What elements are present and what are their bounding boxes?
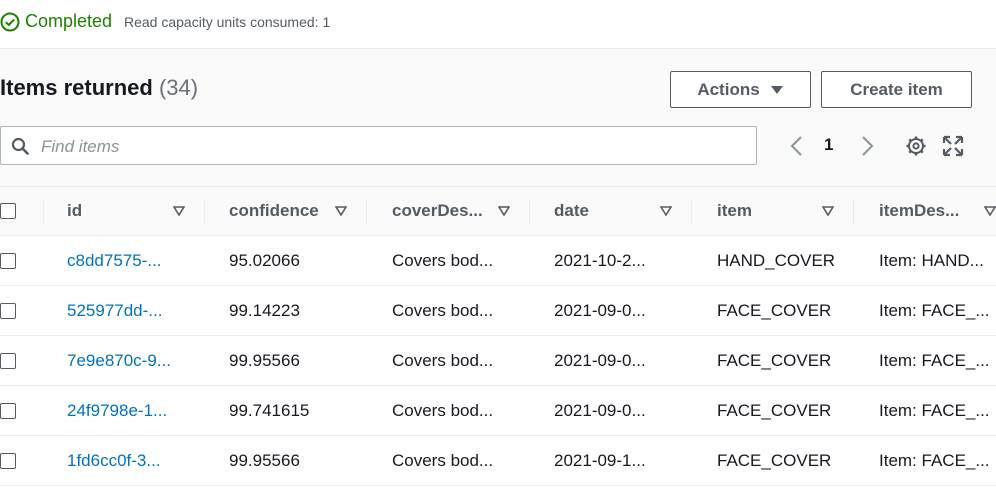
- fullscreen-icon[interactable]: [942, 135, 964, 157]
- cell-item-description: Item: HAND...: [879, 250, 984, 270]
- column-divider: [43, 200, 44, 224]
- cell-item-description: Item: FACE_...: [879, 450, 990, 470]
- create-item-label: Create item: [850, 79, 943, 99]
- actions-button-label: Actions: [697, 79, 760, 99]
- table-header: id confidence coverDes... date item item…: [0, 186, 996, 236]
- item-id-link[interactable]: 24f9798e-1...: [67, 386, 167, 435]
- cell-item-description: Item: FACE_...: [879, 350, 990, 370]
- cell-confidence: 95.02066: [229, 250, 300, 270]
- row-checkbox[interactable]: [0, 353, 16, 369]
- cell-cover-description: Covers bod...: [392, 250, 494, 270]
- item-id-link[interactable]: 525977dd-...: [67, 286, 162, 335]
- cell-confidence: 99.14223: [229, 300, 300, 320]
- row-checkbox[interactable]: [0, 403, 16, 419]
- sort-icon[interactable]: [335, 206, 347, 216]
- items-table: id confidence coverDes... date item item…: [0, 186, 996, 498]
- item-id-link[interactable]: c8dd7575-...: [67, 236, 162, 285]
- cell-item: HAND_COVER: [717, 250, 836, 270]
- cell-cover-description: Covers bod...: [392, 400, 494, 420]
- table-row[interactable]: 24f9798e-1... 99.741615 Covers bod... 20…: [0, 386, 996, 436]
- sort-icon[interactable]: [173, 206, 185, 216]
- cell-item-description: Item: FACE_...: [879, 400, 990, 420]
- item-id-link[interactable]: 1fd6cc0f-3...: [67, 436, 161, 485]
- cell-item: FACE_COVER: [717, 300, 832, 320]
- page-number[interactable]: 1: [824, 135, 833, 155]
- table-row[interactable]: c8dd7575-... 95.02066 Covers bod... 2021…: [0, 236, 996, 286]
- cell-date: 2021-10-2...: [554, 250, 646, 270]
- column-divider: [529, 200, 530, 224]
- cell-cover-description: Covers bod...: [392, 450, 494, 470]
- cell-date: 2021-09-0...: [554, 400, 646, 420]
- cell-date: 2021-09-0...: [554, 350, 646, 370]
- create-item-button[interactable]: Create item: [821, 71, 972, 108]
- cell-cover-description: Covers bod...: [392, 350, 494, 370]
- sort-icon[interactable]: [984, 206, 996, 216]
- chevron-right-icon[interactable]: [858, 135, 876, 157]
- column-header-item[interactable]: item: [717, 187, 752, 235]
- cell-confidence: 99.741615: [229, 400, 310, 420]
- column-divider: [204, 200, 205, 224]
- table-row[interactable]: 1fd6cc0f-3... 99.95566 Covers bod... 202…: [0, 436, 996, 486]
- cell-confidence: 99.95566: [229, 350, 300, 370]
- column-divider: [691, 200, 692, 224]
- cell-item: FACE_COVER: [717, 350, 832, 370]
- cell-date: 2021-09-1...: [554, 450, 646, 470]
- panel-title-text: Items returned: [0, 75, 153, 100]
- capacity-units-text: Read capacity units consumed: 1: [124, 14, 331, 30]
- chevron-left-icon[interactable]: [788, 135, 806, 157]
- table-row[interactable]: 7e9e870c-9... 99.95566 Covers bod... 202…: [0, 336, 996, 386]
- column-header-itemdes[interactable]: itemDes...: [879, 187, 959, 235]
- gear-icon[interactable]: [905, 135, 927, 157]
- table-row[interactable]: 525977dd-... 99.14223 Covers bod... 2021…: [0, 286, 996, 336]
- row-checkbox[interactable]: [0, 453, 16, 469]
- cell-item: FACE_COVER: [717, 400, 832, 420]
- cell-date: 2021-09-0...: [554, 300, 646, 320]
- row-checkbox[interactable]: [0, 253, 16, 269]
- sort-icon[interactable]: [660, 206, 672, 216]
- column-header-coverdes[interactable]: coverDes...: [392, 187, 483, 235]
- actions-button[interactable]: Actions: [670, 71, 811, 108]
- column-header-date[interactable]: date: [554, 187, 589, 235]
- sort-icon[interactable]: [822, 206, 834, 216]
- caret-down-icon: [770, 85, 783, 94]
- search-icon: [11, 137, 29, 155]
- select-all-checkbox[interactable]: [0, 203, 16, 219]
- search-input[interactable]: [39, 133, 743, 160]
- column-header-confidence[interactable]: confidence: [229, 187, 319, 235]
- cell-item: FACE_COVER: [717, 450, 832, 470]
- check-circle-icon: [0, 12, 20, 32]
- panel-title: Items returned (34): [0, 75, 198, 101]
- cell-cover-description: Covers bod...: [392, 300, 494, 320]
- status-text: Completed: [25, 11, 113, 31]
- items-count: (34): [158, 75, 199, 100]
- column-header-id[interactable]: id: [67, 187, 82, 235]
- column-divider: [853, 200, 854, 224]
- cell-confidence: 99.95566: [229, 450, 300, 470]
- sort-icon[interactable]: [498, 206, 510, 216]
- column-divider: [366, 200, 367, 224]
- cell-item-description: Item: FACE_...: [879, 300, 990, 320]
- status-bar: Completed Read capacity units consumed: …: [0, 0, 996, 49]
- search-box: [0, 126, 757, 165]
- row-checkbox[interactable]: [0, 303, 16, 319]
- item-id-link[interactable]: 7e9e870c-9...: [67, 336, 171, 385]
